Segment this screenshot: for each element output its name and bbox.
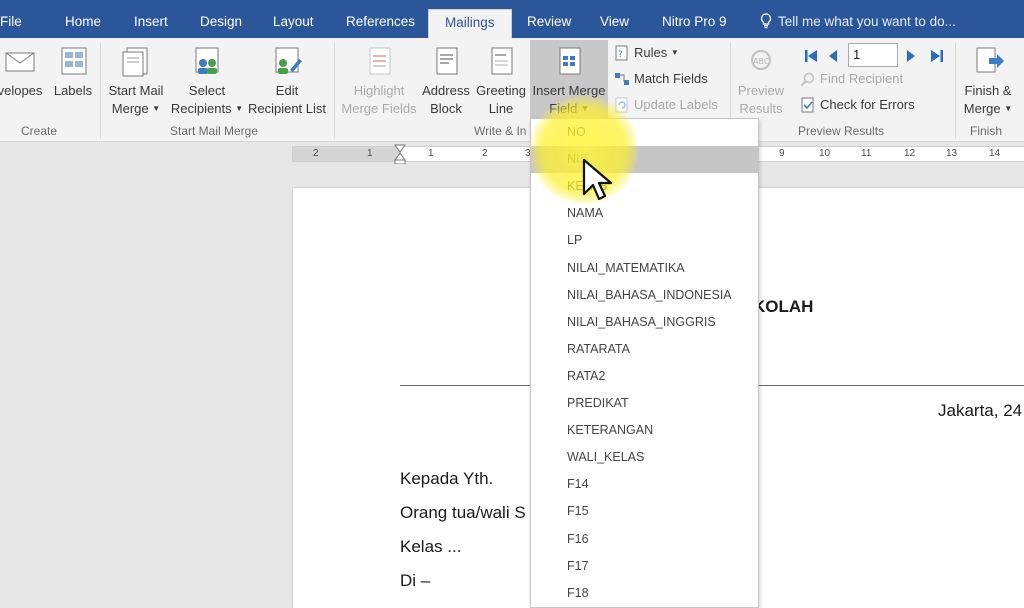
envelope-icon: [5, 52, 35, 72]
start-mail-merge-button[interactable]: Start Mail Merge ▼: [104, 44, 168, 118]
merge-field-dropdown: NO NIS KELAS NAMA LP NILAI_MATEMATIKA NILAI_BA…: [530, 118, 759, 608]
tab-insert[interactable]: Insert: [134, 9, 168, 38]
preview-icon: ABC: [751, 50, 771, 70]
tab-file[interactable]: File: [0, 9, 22, 38]
finish-merge-icon: [976, 47, 1004, 73]
document-merge-icon: [122, 47, 148, 77]
lightbulb-icon: [760, 13, 772, 29]
merge-field-item[interactable]: RATARATA: [531, 336, 758, 363]
rules-icon: ?: [615, 45, 628, 61]
group-separator: [334, 42, 335, 138]
tab-design[interactable]: Design: [200, 9, 242, 38]
merge-field-item[interactable]: NAMA: [531, 200, 758, 227]
ruler-area: 2 1 1 2 3 9 10 11 12 13 14: [0, 143, 1024, 165]
merge-field-item[interactable]: NO: [531, 119, 758, 146]
greeting-line-button[interactable]: Greeting Line: [474, 44, 528, 118]
group-label-write-insert: Write & In: [474, 124, 527, 138]
merge-field-item[interactable]: LP: [531, 227, 758, 254]
merge-field-item[interactable]: KETERANGAN: [531, 417, 758, 444]
tab-references[interactable]: References: [346, 9, 415, 38]
envelopes-button[interactable]: velopes: [0, 44, 48, 100]
group-label-start-mail-merge: Start Mail Merge: [170, 124, 259, 138]
previous-record-icon[interactable]: [826, 46, 840, 66]
document-line: Di –: [400, 571, 431, 590]
select-recipients-button[interactable]: Select Recipients ▼: [170, 44, 244, 118]
update-labels-icon: [615, 97, 628, 113]
preview-results-button[interactable]: ABC Preview Results: [734, 44, 788, 118]
find-recipient-button[interactable]: Find Recipient: [800, 68, 903, 90]
tab-home[interactable]: Home: [65, 9, 101, 38]
document-line: Kelas ...: [400, 537, 462, 556]
chevron-down-icon: ▼: [670, 48, 679, 57]
merge-field-item[interactable]: F15: [531, 498, 758, 525]
match-fields-button[interactable]: Match Fields: [614, 68, 708, 90]
tab-mailings[interactable]: Mailings: [428, 9, 512, 38]
merge-field-item[interactable]: F16: [531, 526, 758, 553]
merge-field-item[interactable]: NIS: [531, 146, 758, 174]
next-record-icon[interactable]: [904, 46, 918, 66]
tell-me-search[interactable]: Tell me what you want to do...: [760, 9, 956, 35]
update-labels-button[interactable]: Update Labels: [614, 94, 718, 116]
merge-field-item[interactable]: F14: [531, 471, 758, 498]
chevron-down-icon: ▼: [1004, 104, 1013, 113]
document-line: Kepada Yth.: [400, 469, 494, 488]
match-fields-icon: [615, 73, 629, 85]
merge-field-item[interactable]: NILAI_MATEMATIKA: [531, 255, 758, 282]
indent-marker-icon[interactable]: [394, 144, 406, 164]
tab-view[interactable]: View: [600, 9, 629, 38]
check-errors-icon: [801, 97, 814, 113]
address-block-button[interactable]: Address Block: [420, 44, 472, 118]
first-record-icon[interactable]: [802, 46, 820, 66]
last-record-icon[interactable]: [928, 46, 946, 66]
mailings-ribbon: velopes Labels Create Start Mail Merge ▼…: [0, 38, 1024, 142]
recipients-icon: [195, 47, 219, 74]
labels-button[interactable]: Labels: [50, 44, 96, 100]
group-label-preview-results: Preview Results: [798, 124, 885, 138]
document-heading: KOLAH: [753, 297, 814, 316]
merge-field-item[interactable]: PREDIKAT: [531, 390, 758, 417]
svg-text:ABC: ABC: [753, 57, 770, 66]
finish-merge-button[interactable]: Finish & Merge ▼: [958, 44, 1018, 118]
merge-field-item[interactable]: F18: [531, 580, 758, 607]
merge-field-item[interactable]: F17: [531, 553, 758, 580]
greeting-line-icon: [491, 47, 513, 75]
chevron-down-icon: ▼: [580, 104, 589, 113]
highlight-fields-icon: [369, 47, 391, 75]
group-label-finish: Finish: [970, 124, 1003, 138]
chevron-down-icon: ▼: [235, 104, 244, 113]
record-number-input[interactable]: 1: [848, 43, 898, 67]
svg-text:?: ?: [618, 50, 623, 60]
address-block-icon: [436, 47, 458, 75]
check-for-errors-button[interactable]: Check for Errors: [800, 94, 915, 116]
ribbon-tab-bar: File Home Insert Design Layout Reference…: [0, 0, 1024, 38]
merge-field-item[interactable]: RATA2: [531, 363, 758, 390]
find-icon: [800, 72, 815, 87]
tab-nitro-pro[interactable]: Nitro Pro 9: [662, 9, 727, 38]
highlight-merge-fields-button[interactable]: Highlight Merge Fields: [340, 44, 418, 118]
labels-icon: [61, 47, 87, 75]
chevron-down-icon: ▼: [152, 104, 161, 113]
tab-review[interactable]: Review: [527, 9, 571, 38]
merge-field-item[interactable]: NILAI_BAHASA_INGGRIS: [531, 309, 758, 336]
merge-field-item[interactable]: WALI_KELAS: [531, 444, 758, 471]
merge-field-item[interactable]: KELAS: [531, 173, 758, 200]
edit-recipient-list-button[interactable]: Edit Recipient List: [245, 44, 329, 118]
document-line: Orang tua/wali S: [400, 503, 526, 522]
document-date: Jakarta, 24: [938, 401, 1023, 420]
merge-field-item[interactable]: NILAI_BAHASA_INDONESIA: [531, 282, 758, 309]
rules-button[interactable]: ? Rules ▼: [614, 42, 679, 64]
insert-merge-field-button[interactable]: Insert Merge Field ▼: [530, 40, 608, 122]
merge-field-icon: [559, 47, 581, 75]
group-separator: [100, 42, 101, 138]
ruler-margin: [293, 147, 401, 161]
group-label-create: Create: [21, 124, 58, 138]
edit-list-icon: [275, 47, 302, 74]
group-separator: [955, 42, 956, 138]
tell-me-text: Tell me what you want to do...: [778, 14, 956, 29]
tab-layout[interactable]: Layout: [273, 9, 314, 38]
